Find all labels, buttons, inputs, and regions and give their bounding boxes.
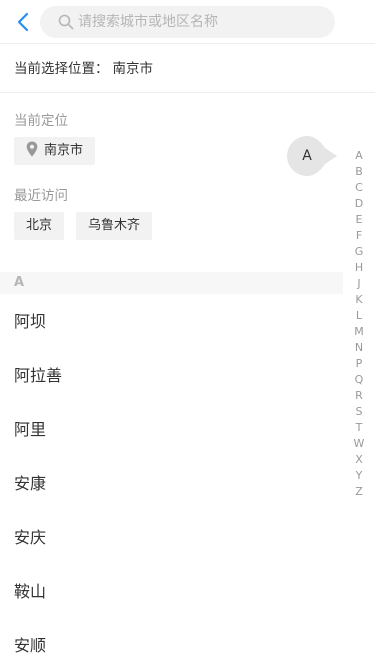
index-letter[interactable]: Q (350, 372, 368, 388)
city-list-item[interactable]: 阿里 (14, 415, 334, 445)
index-letter[interactable]: X (350, 452, 368, 468)
index-letter[interactable]: H (350, 260, 368, 276)
index-letter[interactable]: Y (350, 468, 368, 484)
current-location-label: 南京市 (44, 143, 84, 158)
index-letter[interactable]: K (350, 292, 368, 308)
index-letter[interactable]: F (350, 228, 368, 244)
city-list-item[interactable]: 安康 (14, 469, 334, 499)
index-letter[interactable]: Z (350, 484, 368, 500)
search-box[interactable] (40, 6, 335, 38)
city-list-item[interactable]: 鞍山 (14, 577, 334, 607)
city-list-item[interactable]: 安庆 (14, 523, 334, 553)
index-letter[interactable]: S (350, 404, 368, 420)
search-icon (58, 14, 74, 30)
current-location-chip[interactable]: 南京市 (14, 137, 96, 165)
current-selection-value: 南京市 (112, 61, 154, 77)
location-pin-icon (26, 141, 38, 157)
index-indicator-bubble: A (287, 136, 339, 176)
location-section-title: 当前定位 (14, 113, 68, 129)
recent-city-chip[interactable]: 乌鲁木齐 (76, 212, 153, 240)
index-letter[interactable]: T (350, 420, 368, 436)
group-header: A (0, 272, 343, 294)
index-letter[interactable]: G (350, 244, 368, 260)
alphabet-index[interactable]: A B C D E F G H J K L M N P Q R S T W X … (350, 148, 368, 500)
index-letter[interactable]: L (350, 308, 368, 324)
chevron-left-icon[interactable] (12, 10, 36, 34)
recent-city-chip[interactable]: 北京 (14, 212, 65, 240)
city-list-item[interactable]: 阿坝 (14, 307, 334, 337)
index-letter[interactable]: B (350, 164, 368, 180)
index-letter[interactable]: E (350, 212, 368, 228)
index-letter[interactable]: D (350, 196, 368, 212)
search-input[interactable] (78, 6, 328, 38)
index-letter[interactable]: C (350, 180, 368, 196)
index-letter[interactable]: M (350, 324, 368, 340)
index-letter[interactable]: J (350, 276, 368, 292)
top-bar (0, 0, 375, 44)
current-selection-label: 当前选择位置： (14, 61, 109, 77)
index-letter[interactable]: R (350, 388, 368, 404)
city-list-item[interactable]: 安顺 (14, 631, 334, 661)
current-selection-row: 当前选择位置： 南京市 (0, 45, 375, 93)
city-list-item[interactable]: 阿拉善 (14, 361, 334, 391)
recent-section-title: 最近访问 (14, 188, 68, 204)
index-indicator-letter: A (302, 148, 312, 164)
index-letter[interactable]: W (350, 436, 368, 452)
index-letter[interactable]: A (350, 148, 368, 164)
index-letter[interactable]: P (350, 356, 368, 372)
index-letter[interactable]: N (350, 340, 368, 356)
